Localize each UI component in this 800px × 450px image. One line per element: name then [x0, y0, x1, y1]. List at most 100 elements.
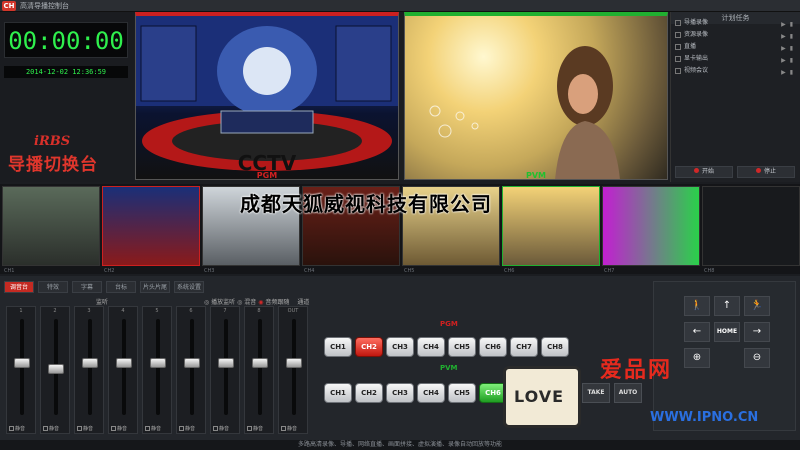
fader-knob[interactable]	[218, 357, 234, 368]
channel-thumb[interactable]	[602, 186, 700, 266]
pvm-channel-button[interactable]: CH5	[448, 383, 476, 403]
zoom-in-person-icon[interactable]: 🏃	[744, 296, 770, 316]
datetime-display: 2014-12-02 12:36:59	[4, 66, 128, 78]
pvm-channel-button[interactable]: CH3	[386, 383, 414, 403]
checkbox-icon[interactable]	[111, 426, 116, 431]
mute-toggle[interactable]: 静音	[247, 425, 263, 432]
audio-fader[interactable]: 1 静音	[6, 306, 36, 434]
audio-fader[interactable]: OUT 静音	[278, 306, 308, 434]
task-item[interactable]: 导播录像 ▶▮	[675, 18, 797, 28]
mute-toggle[interactable]: 静音	[179, 425, 195, 432]
pgm-channel-button[interactable]: CH6	[479, 337, 507, 357]
audio-fader[interactable]: 3 静音	[74, 306, 104, 434]
fader-knob[interactable]	[116, 357, 132, 368]
checkbox-icon[interactable]	[675, 55, 681, 62]
task-item[interactable]: 显卡输出 ▶▮	[675, 54, 797, 64]
audio-fader[interactable]: 2 静音	[40, 306, 70, 434]
checkbox-icon[interactable]	[145, 426, 150, 431]
checkbox-icon[interactable]	[281, 426, 286, 431]
fader-knob[interactable]	[14, 357, 30, 368]
checkbox-icon[interactable]	[213, 426, 218, 431]
tab-logo[interactable]: 台标	[106, 281, 136, 293]
option-label[interactable]: 混音	[244, 299, 256, 306]
task-item[interactable]: 直播 ▶▮	[675, 42, 797, 52]
checkbox-icon[interactable]	[9, 426, 14, 431]
mute-toggle[interactable]: 静音	[77, 425, 93, 432]
mute-toggle[interactable]: 静音	[9, 425, 25, 432]
stop-button[interactable]: 停止	[737, 166, 795, 178]
pvm-channel-button[interactable]: CH2	[355, 383, 383, 403]
auto-button[interactable]: AUTO	[614, 383, 642, 403]
tab-audio[interactable]: 调音台	[4, 281, 34, 293]
checkbox-icon[interactable]	[675, 19, 681, 26]
pgm-channel-button[interactable]: CH1	[324, 337, 352, 357]
checkbox-icon[interactable]	[675, 31, 681, 38]
mute-toggle[interactable]: 静音	[111, 425, 127, 432]
pvm-monitor[interactable]: 2014-12-02 12:36:59 PVM	[404, 12, 668, 180]
fader-knob[interactable]	[150, 357, 166, 368]
play-record-icon[interactable]: ▶▮	[781, 32, 797, 42]
task-item[interactable]: 资源录像 ▶▮	[675, 30, 797, 40]
pgm-monitor[interactable]: CCTV PGM PGM	[135, 12, 399, 180]
radio-icon[interactable]: ◎	[237, 299, 242, 306]
play-record-icon[interactable]: ▶▮	[781, 20, 797, 30]
take-button[interactable]: TAKE	[582, 383, 610, 403]
audio-fader[interactable]: 6 静音	[176, 306, 206, 434]
fader-knob[interactable]	[184, 357, 200, 368]
zoom-out-icon[interactable]: ⊖	[744, 348, 770, 368]
pgm-channel-button[interactable]: CH8	[541, 337, 569, 357]
checkbox-icon[interactable]	[77, 426, 82, 431]
thumb-label: CH4	[304, 268, 315, 274]
zoom-in-icon[interactable]: ⊕	[684, 348, 710, 368]
task-panel: 计划任务 导播录像 ▶▮ 资源录像 ▶▮ 直播 ▶▮ 显卡输出 ▶▮ 视频会议 ▶▮ 开始…	[670, 12, 800, 182]
checkbox-icon[interactable]	[675, 67, 681, 74]
up-arrow-icon[interactable]: ↑	[714, 296, 740, 316]
pgm-channel-button[interactable]: CH7	[510, 337, 538, 357]
tab-intro-outro[interactable]: 片头片尾	[140, 281, 170, 293]
task-item[interactable]: 视频会议 ▶▮	[675, 66, 797, 76]
checkbox-icon[interactable]	[179, 426, 184, 431]
pgm-channel-button[interactable]: CH5	[448, 337, 476, 357]
mute-toggle[interactable]: 静音	[213, 425, 229, 432]
fader-knob[interactable]	[252, 357, 268, 368]
mute-toggle[interactable]: 静音	[281, 425, 297, 432]
option-label[interactable]: 音频跟随	[265, 299, 289, 306]
radio-icon[interactable]: ◉	[258, 299, 263, 306]
play-record-icon[interactable]: ▶▮	[781, 68, 797, 78]
channel-thumb[interactable]	[702, 186, 800, 266]
play-record-icon[interactable]: ▶▮	[781, 44, 797, 54]
fader-knob[interactable]	[48, 363, 64, 374]
home-button[interactable]: HOME	[714, 322, 740, 342]
right-arrow-icon[interactable]: →	[744, 322, 770, 342]
tab-effects[interactable]: 特效	[38, 281, 68, 293]
mute-toggle[interactable]: 静音	[145, 425, 161, 432]
fader-knob[interactable]	[82, 357, 98, 368]
left-arrow-icon[interactable]: ←	[684, 322, 710, 342]
tab-settings[interactable]: 系统设置	[174, 281, 204, 293]
pgm-channel-button[interactable]: CH3	[386, 337, 414, 357]
mute-toggle[interactable]: 静音	[43, 425, 59, 432]
channel-thumb[interactable]	[502, 186, 600, 266]
tab-subtitle[interactable]: 字幕	[72, 281, 102, 293]
checkbox-icon[interactable]	[247, 426, 252, 431]
pgm-channel-button[interactable]: CH4	[417, 337, 445, 357]
option-label[interactable]: 播放监听	[211, 299, 235, 306]
channel-thumb[interactable]	[2, 186, 100, 266]
fader-knob[interactable]	[286, 357, 302, 368]
play-record-icon[interactable]: ▶▮	[781, 56, 797, 66]
zoom-out-person-icon[interactable]: 🚶	[684, 296, 710, 316]
audio-fader[interactable]: 8 静音	[244, 306, 274, 434]
checkbox-icon[interactable]	[43, 426, 48, 431]
fader-number: 2	[53, 308, 57, 314]
pvm-channel-button[interactable]: CH1	[324, 383, 352, 403]
audio-fader[interactable]: 7 静音	[210, 306, 240, 434]
start-button[interactable]: 开始	[675, 166, 733, 178]
pvm-channel-button[interactable]: CH4	[417, 383, 445, 403]
pgm-channel-button[interactable]: CH2	[355, 337, 383, 357]
audio-fader[interactable]: 5 静音	[142, 306, 172, 434]
channel-thumb[interactable]	[102, 186, 200, 266]
audio-fader[interactable]: 4 静音	[108, 306, 138, 434]
radio-icon[interactable]: ◎	[204, 299, 209, 306]
brand-watermark: 爱品网	[600, 358, 673, 383]
checkbox-icon[interactable]	[675, 43, 681, 50]
